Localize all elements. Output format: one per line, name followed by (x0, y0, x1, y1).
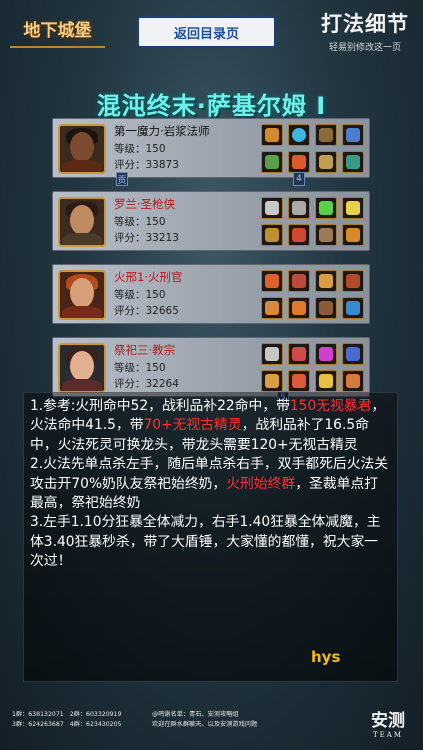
note-highlight: 150无视暴君 (289, 398, 372, 414)
equipment-slot[interactable] (261, 224, 283, 246)
note-highlight: 火刑始终群 (226, 475, 296, 492)
group-number: 3群：624263687 (12, 721, 64, 728)
equipment-slot[interactable] (342, 270, 364, 292)
group-list: 1群：638132071 2群：603320919 3群：624263687 4群：… (12, 710, 128, 730)
avatar (58, 343, 106, 393)
player-card[interactable]: 祭祀三·教宗 等级：150 评分：32264 5 (52, 337, 370, 405)
avatar (58, 197, 106, 247)
equipment-grid (261, 343, 365, 393)
author-signature: hys (311, 648, 341, 666)
player-card[interactable]: 罗兰·圣枪侠 等级：150 评分：33213 (52, 191, 370, 251)
equipment-slot[interactable] (342, 370, 364, 392)
team-name-cn: 安测 (371, 711, 405, 731)
avatar (58, 270, 106, 320)
player-score: 评分：32665 (114, 305, 179, 317)
credits-line: @鸣谢名单：青石、安测攻略组 (152, 711, 239, 718)
equipment-slot[interactable] (342, 297, 364, 319)
team-logo: 安测 TEAM (371, 706, 405, 739)
team-name-en: TEAM (372, 731, 403, 739)
equipment-grid (261, 124, 365, 174)
equipment-slot[interactable] (261, 124, 283, 146)
equipment-grid (261, 270, 365, 320)
credits-notice: @鸣谢名单：青石、安测攻略组 欢迎在群水群聊天、以及安测游戏问题 (152, 710, 257, 730)
game-logo: 地下城堡 (10, 10, 105, 48)
equipment-slot[interactable] (342, 224, 364, 246)
player-score: 评分：33873 (114, 159, 179, 171)
card-badge: 贡 (116, 172, 128, 186)
equipment-slot[interactable] (315, 297, 337, 319)
note-text: 3.左手1.10分狂暴全体减力，右手1.40狂暴全体减魔，主体3.40狂暴秒杀，… (30, 514, 381, 570)
player-level: 等级：150 (114, 143, 166, 155)
footer: 1群：638132071 2群：603320919 3群：624263687 4群：… (0, 700, 423, 750)
equipment-slot[interactable] (261, 297, 283, 319)
section-title-sub: 轻易别修改这一页 (328, 43, 401, 53)
equipment-slot[interactable] (315, 124, 337, 146)
equipment-slot[interactable] (288, 370, 310, 392)
equipment-slot[interactable] (315, 224, 337, 246)
equipment-slot[interactable] (288, 343, 310, 365)
equipment-slot[interactable] (315, 151, 337, 173)
avatar (58, 124, 106, 174)
player-name: 第一魔力·岩浆法师 (114, 124, 210, 138)
note-text: 1.参考:火刑命中52，战利品补22命中，带 (30, 398, 290, 414)
equipment-grid (261, 197, 365, 247)
equipment-slot[interactable] (261, 270, 283, 292)
equipment-slot[interactable] (342, 343, 364, 365)
back-to-contents-button[interactable]: 返回目录页 (137, 16, 276, 48)
welcome-line: 欢迎在群水群聊天、以及安测游戏问题 (152, 721, 258, 728)
equipment-slot[interactable] (288, 197, 310, 219)
equipment-slot[interactable] (342, 124, 364, 146)
note-highlight: 70+无视古精灵 (143, 417, 242, 434)
equipment-slot[interactable] (261, 370, 283, 392)
equipment-slot[interactable] (342, 151, 364, 173)
equipment-slot[interactable] (288, 151, 310, 173)
equipment-slot[interactable] (315, 270, 337, 292)
equipment-slot[interactable] (315, 197, 337, 219)
player-name: 罗兰·圣枪侠 (114, 197, 176, 211)
equipment-slot[interactable] (288, 297, 310, 319)
section-title: 打法细节 轻易别修改这一页 (321, 8, 409, 53)
equipment-slot[interactable] (315, 343, 337, 365)
player-name: 祭祀三·教宗 (114, 343, 176, 357)
boss-title: 混沌终末·萨基尔姆 I (96, 92, 327, 120)
equipment-slot[interactable] (261, 151, 283, 173)
player-level: 等级：150 (114, 362, 166, 374)
equipment-slot[interactable] (288, 224, 310, 246)
equipment-slot[interactable] (342, 197, 364, 219)
top-bar: 地下城堡 返回目录页 打法细节 轻易别修改这一页 (0, 0, 423, 60)
player-name: 火邢1·火刑官 (114, 270, 183, 284)
equipment-slot[interactable] (288, 270, 310, 292)
player-score: 评分：32264 (114, 378, 179, 390)
strategy-notes: 1.参考:火刑命中52，战利品补22命中，带150无视暴君，火法命中41.5，带… (23, 392, 398, 682)
player-card[interactable]: 第一魔力·岩浆法师 等级：150 评分：33873 贡 4 (52, 118, 370, 186)
equipment-slot[interactable] (261, 343, 283, 365)
player-roster: 第一魔力·岩浆法师 等级：150 评分：33873 贡 4 罗兰·圣枪侠 等级：… (52, 118, 370, 410)
player-level: 等级：150 (114, 216, 166, 228)
group-number: 1群：638132071 (12, 711, 64, 718)
group-number: 4群：623430205 (69, 721, 122, 728)
player-card[interactable]: 火邢1·火刑官 等级：150 评分：32665 (52, 264, 370, 324)
equipment-slot[interactable] (315, 370, 337, 392)
player-level: 等级：150 (114, 289, 166, 301)
equipment-slot[interactable] (261, 197, 283, 219)
card-badge: 4 (293, 172, 305, 186)
player-score: 评分：33213 (114, 232, 179, 244)
section-title-main: 打法细节 (321, 11, 409, 36)
equipment-slot[interactable] (288, 124, 310, 146)
group-number: 2群：603320919 (69, 711, 122, 718)
